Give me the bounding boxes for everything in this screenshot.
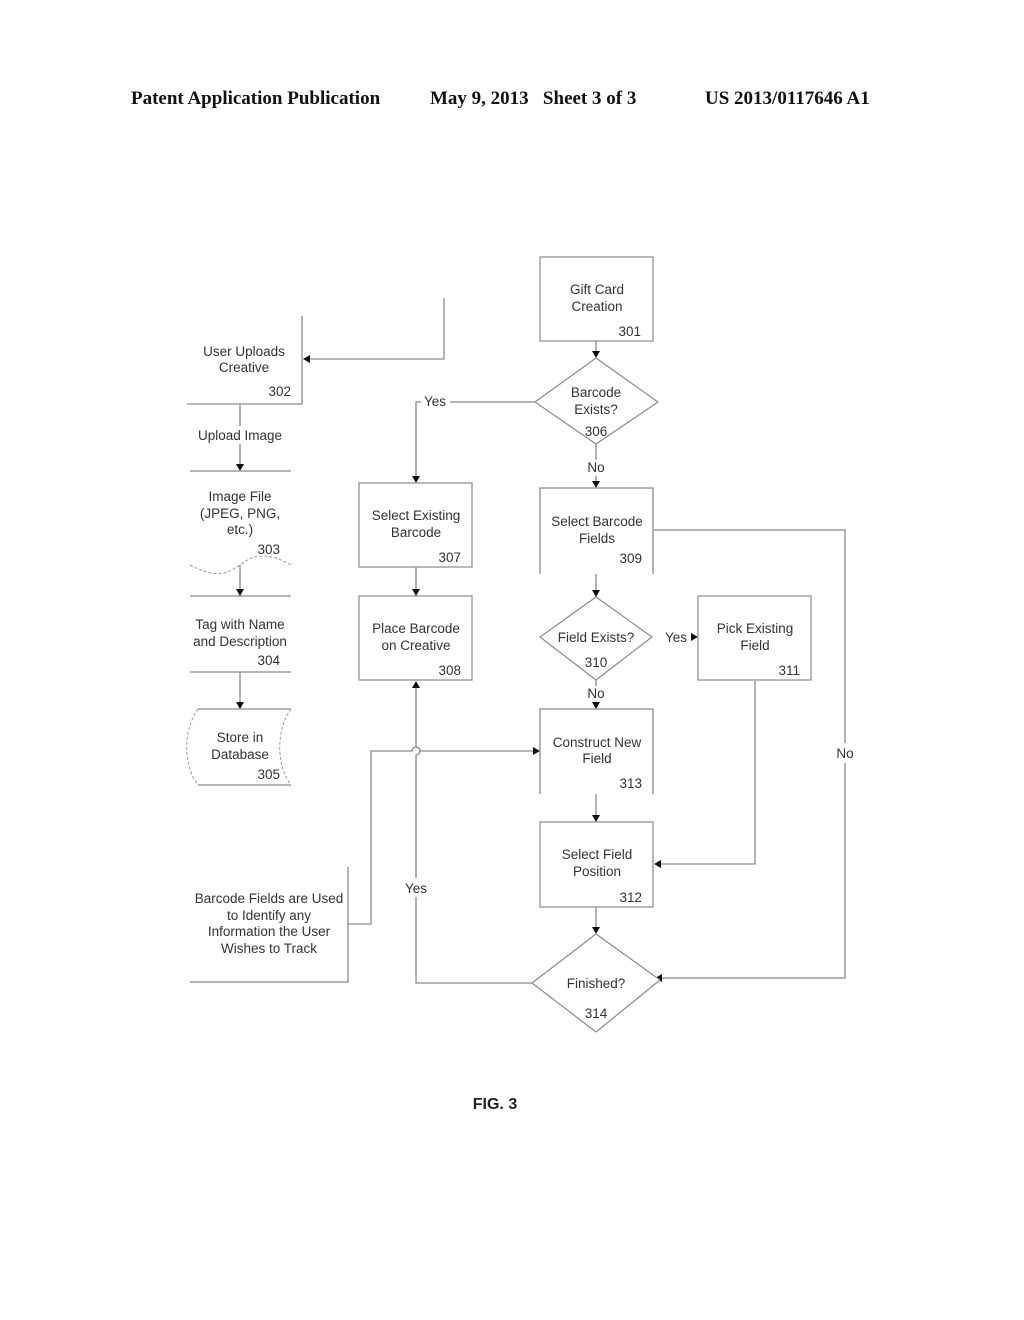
node-312-line-2: Position [573,864,621,879]
arrowhead [236,464,244,471]
edge-label-306-yes: Yes [424,394,446,409]
edge-label-306-no: No [587,460,604,475]
node-304-line-1: Tag with Name [195,617,284,632]
node-305-ref: 305 [257,767,280,782]
node-304-ref: 304 [257,653,280,668]
node-311-line-2: Field [740,638,769,653]
node-313-ref: 313 [619,776,642,791]
node-301-line-2: Creation [571,299,622,314]
node-313-line-2: Field [582,751,611,766]
node-307-line-1: Select Existing [372,508,461,523]
node-313-line-1: Construct New [553,735,642,750]
node-310-line-1: Field Exists? [558,630,635,645]
node-310-ref: 310 [585,655,608,670]
node-301-gift-card-creation: Gift Card Creation 301 [539,256,654,342]
edge-note-313 [348,746,537,925]
node-302-ref: 302 [268,384,291,399]
node-311-ref: 311 [778,663,800,678]
edge-into-302 [306,298,445,360]
node-302-user-uploads-creative: User Uploads Creative 302 [187,316,303,405]
node-312-ref: 312 [619,890,642,905]
arrowhead [236,702,244,709]
node-309-ref: 309 [619,551,642,566]
arrowhead [592,702,600,709]
node-306-ref: 306 [585,424,608,439]
node-303-ref: 303 [257,542,280,557]
note-line-3: Information the User [208,924,331,939]
node-310-field-exists: Field Exists? 310 [538,596,654,681]
node-308-place-barcode-on-creative: Place Barcode on Creative 308 [358,595,473,681]
node-306-barcode-exists: Barcode Exists? 306 [533,357,660,445]
edge-label-309-no: No [836,746,853,761]
arrowhead [236,589,244,596]
node-306-line-1: Barcode [571,385,621,400]
arrowhead [592,815,600,822]
edge-label-310-yes: Yes [665,630,687,645]
node-308-line-1: Place Barcode [372,621,460,636]
node-305-store-in-database: Store in Database 305 [186,708,292,786]
node-303-line-2: (JPEG, PNG, [200,506,280,521]
node-305-line-2: Database [211,747,269,762]
node-301-ref: 301 [618,324,641,339]
node-309-select-barcode-fields: Select Barcode Fields 309 [539,487,654,574]
node-304-line-2: and Description [193,634,287,649]
edge-311-312 [657,681,756,865]
arrowhead [303,355,310,363]
figure-label: FIG. 3 [473,1096,518,1113]
node-309-line-2: Fields [579,531,615,546]
node-302-line-1: User Uploads [203,344,285,359]
edge-314-308 [415,684,532,984]
node-307-ref: 307 [438,550,461,565]
node-314-ref: 314 [585,1006,608,1021]
node-306-line-2: Exists? [574,402,618,417]
node-303-image-file: Image File (JPEG, PNG, etc.) 303 [189,470,292,575]
edge-label-314-yes: Yes [405,881,427,896]
note-line-2: to Identify any [227,908,311,923]
node-312-line-1: Select Field [562,847,633,862]
arrowhead [592,481,600,488]
node-309-line-1: Select Barcode [551,514,643,529]
node-311-pick-existing-field: Pick Existing Field 311 [697,595,812,681]
node-314-finished: Finished? 314 [531,933,661,1033]
note-line-4: Wishes to Track [221,941,317,956]
edge-label-310-no: No [587,686,604,701]
node-302-line-2: Creative [219,360,269,375]
node-308-ref: 308 [438,663,461,678]
arrowhead [592,927,600,934]
node-311-line-1: Pick Existing [717,621,794,636]
arrowhead [412,476,420,483]
edge-306-307 [415,401,535,482]
edge-label-upload-image: Upload Image [198,428,282,443]
arrowhead [412,681,420,688]
node-314-line-1: Finished? [567,976,626,991]
arrowhead [592,351,600,358]
arrowhead [592,590,600,597]
node-313-construct-new-field: Construct New Field 313 [539,708,654,794]
node-307-select-existing-barcode: Select Existing Barcode 307 [358,482,473,568]
arrowhead [533,747,540,755]
node-308-line-2: on Creative [381,638,450,653]
node-303-line-3: etc.) [227,522,253,537]
arrowhead [654,860,661,868]
node-305-line-1: Store in [217,730,264,745]
annotation-barcode-fields-note: Barcode Fields are Used to Identify any … [190,867,349,983]
node-304-tag-with-name: Tag with Name and Description 304 [190,595,291,673]
node-303-line-1: Image File [208,489,271,504]
flowchart: Gift Card Creation 301 User Uploads Crea… [186,256,854,1113]
arrowhead [691,633,698,641]
arrowhead [412,589,420,596]
node-312-select-field-position: Select Field Position 312 [539,821,654,908]
note-line-1: Barcode Fields are Used [195,891,344,906]
node-307-line-2: Barcode [391,525,441,540]
node-301-line-1: Gift Card [570,282,624,297]
